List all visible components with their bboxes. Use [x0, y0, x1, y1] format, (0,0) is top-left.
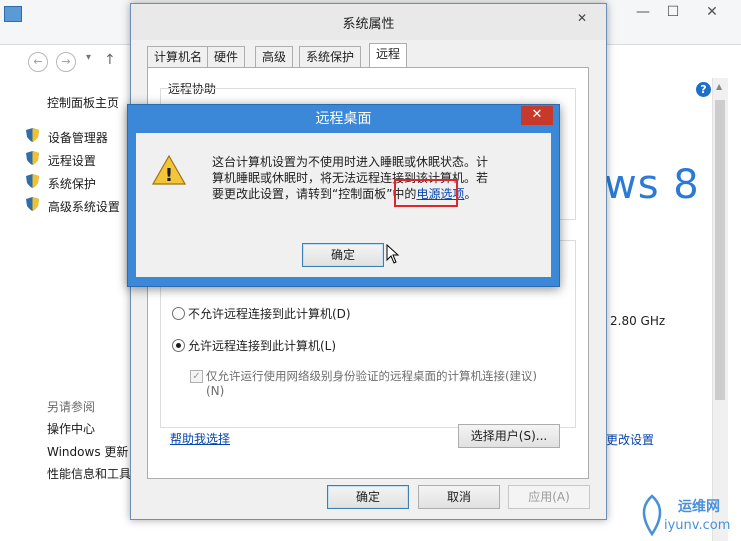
- select-users-button[interactable]: 选择用户(S)...: [458, 424, 560, 448]
- nla-checkbox-key: (N): [206, 384, 225, 398]
- sidebar-item-system-protection[interactable]: 系统保护: [26, 174, 96, 192]
- change-settings-link[interactable]: 更改设置: [606, 431, 654, 448]
- allow-radio-label: 允许远程连接到此计算机(L): [188, 339, 337, 353]
- message-box-title: 远程桌面: [315, 111, 372, 127]
- scroll-up-icon[interactable]: ▲: [716, 82, 722, 91]
- message-line-3: 要更改此设置，请转到“控制面板”中的电源选项。: [212, 186, 512, 202]
- message-text: 这台计算机设置为不使用时进入睡眠或休眠状态。计 算机睡眠或休眠时，将无法远程连接…: [212, 154, 512, 202]
- tab-advanced[interactable]: 高级: [255, 46, 294, 67]
- help-icon[interactable]: ?: [696, 82, 711, 97]
- sidebar-item-label: 设备管理器: [47, 131, 108, 145]
- window-icon: [4, 6, 22, 22]
- message-line-2: 算机睡眠或休眠时，将无法远程连接到该计算机。若: [212, 171, 489, 185]
- nla-checkbox[interactable]: ✓: [190, 370, 203, 383]
- message-line-3-end: 。: [464, 187, 477, 201]
- warning-icon: !: [152, 155, 186, 185]
- nla-checkbox-label: 仅允许运行使用网络级别身份验证的远程桌面的计算机连接(建议): [206, 369, 537, 383]
- vertical-scrollbar[interactable]: ▲: [712, 78, 728, 541]
- apply-button[interactable]: 应用(A): [508, 485, 590, 509]
- message-box-close-button[interactable]: ✕: [521, 106, 553, 125]
- sidebar-home-link[interactable]: 控制面板主页: [47, 94, 119, 111]
- watermark: 运维网 iyunv.com: [634, 492, 740, 540]
- highlight-box: [394, 179, 458, 207]
- shield-icon: [26, 174, 39, 188]
- help-me-choose-link[interactable]: 帮助我选择: [170, 430, 230, 447]
- tab-hardware[interactable]: 硬件: [207, 46, 246, 67]
- allow-radio[interactable]: [172, 339, 185, 352]
- recent-dropdown-icon[interactable]: ▾: [86, 52, 91, 63]
- sidebar-item-advanced-settings[interactable]: 高级系统设置: [26, 197, 120, 215]
- see-also-windows-update[interactable]: Windows 更新: [47, 443, 128, 460]
- mouse-cursor-icon: [386, 244, 400, 264]
- message-line-3-text: 要更改此设置，请转到“控制面板”中的: [212, 187, 417, 201]
- sidebar-item-remote-settings[interactable]: 远程设置: [26, 151, 96, 169]
- tab-remote[interactable]: 远程: [369, 43, 408, 67]
- cancel-button[interactable]: 取消: [418, 485, 500, 509]
- deny-radio[interactable]: [172, 307, 185, 320]
- tab-computer-name[interactable]: 计算机名: [147, 46, 210, 67]
- cpu-speed-value: 2.80 GHz: [610, 314, 666, 328]
- sidebar-item-label: 远程设置: [47, 154, 96, 168]
- close-button[interactable]: ✕: [690, 2, 734, 22]
- see-also-performance[interactable]: 性能信息和工具: [47, 465, 131, 482]
- up-arrow-icon[interactable]: ↑: [104, 52, 116, 68]
- minimize-button[interactable]: —: [630, 2, 656, 22]
- scrollbar-thumb[interactable]: [715, 100, 725, 400]
- forward-arrow-icon[interactable]: →: [56, 52, 76, 72]
- remote-desktop-message-box: 远程桌面 ✕ ! 这台计算机设置为不使用时进入睡眠或休眠状态。计 算机睡眠或休眠…: [127, 104, 560, 287]
- maximize-button[interactable]: ☐: [660, 2, 686, 22]
- see-also-heading: 另请参阅: [47, 400, 96, 414]
- close-button[interactable]: ✕: [568, 9, 596, 27]
- tab-strip: 计算机名 硬件 高级 系统保护 远程: [147, 43, 587, 67]
- shield-icon: [26, 151, 39, 165]
- see-also-action-center[interactable]: 操作中心: [47, 420, 95, 437]
- tab-system-protection[interactable]: 系统保护: [299, 46, 362, 67]
- watermark-text-top: 运维网: [678, 499, 720, 515]
- dialog-title: 系统属性: [342, 17, 395, 32]
- windows-8-logo-text: ws 8: [604, 162, 700, 208]
- message-ok-button[interactable]: 确定: [302, 243, 384, 267]
- back-arrow-icon[interactable]: ←: [28, 52, 48, 72]
- message-line-1: 这台计算机设置为不使用时进入睡眠或休眠状态。计: [212, 155, 489, 169]
- sidebar-item-label: 系统保护: [47, 177, 96, 191]
- shield-icon: [26, 128, 39, 142]
- ok-button[interactable]: 确定: [327, 485, 409, 509]
- system-properties-titlebar: 系统属性 ✕: [131, 4, 606, 40]
- shield-icon: [26, 197, 39, 211]
- message-box-body: ! 这台计算机设置为不使用时进入睡眠或休眠状态。计 算机睡眠或休眠时，将无法远程…: [136, 133, 551, 277]
- deny-radio-label: 不允许远程连接到此计算机(D): [188, 307, 351, 321]
- sidebar-item-device-manager[interactable]: 设备管理器: [26, 128, 108, 146]
- watermark-text-bottom: iyunv.com: [664, 518, 731, 533]
- warning-glyph: !: [165, 165, 173, 185]
- sidebar-item-label: 高级系统设置: [47, 200, 120, 214]
